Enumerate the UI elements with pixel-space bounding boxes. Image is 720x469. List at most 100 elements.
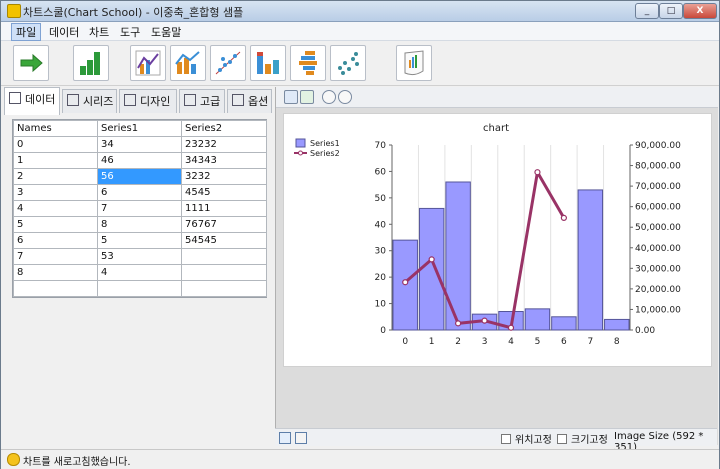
maximize-button[interactable]: □ bbox=[659, 3, 683, 19]
fix-position-checkbox[interactable] bbox=[501, 434, 511, 444]
scatter-chart-icon[interactable] bbox=[210, 45, 246, 81]
table-row: 4 7 1111 bbox=[13, 200, 267, 217]
data-grid[interactable]: Names Series1 Series2 0 34 23232 1 46 34343 … bbox=[12, 119, 267, 298]
column-header-series1[interactable]: Series1 bbox=[97, 120, 182, 137]
chart-status: 위치고정 크기고정 Image Size (592 * 351) bbox=[275, 428, 717, 453]
left-panel: 데이터 시리즈 디자인 고급 옵션 Names Series1 Series2 … bbox=[4, 87, 272, 445]
x-tick-label: 4 bbox=[508, 337, 514, 347]
grid-cell[interactable] bbox=[181, 248, 267, 265]
x-tick-label: 5 bbox=[535, 337, 541, 347]
bubble-chart-icon[interactable] bbox=[330, 45, 366, 81]
grid-cell[interactable] bbox=[181, 280, 267, 297]
back-icon[interactable] bbox=[322, 90, 336, 104]
legend: Series1Series2 bbox=[294, 138, 340, 158]
line-chart-icon[interactable] bbox=[130, 45, 166, 81]
grid-cell[interactable] bbox=[97, 280, 182, 297]
grid-cell[interactable]: 5 bbox=[13, 216, 98, 233]
series2-point bbox=[534, 169, 541, 176]
minimize-button[interactable]: _ bbox=[635, 3, 659, 19]
excel-icon[interactable] bbox=[300, 90, 314, 104]
y-left-tick-label: 40 bbox=[375, 220, 387, 230]
menu-chart[interactable]: 차트 bbox=[85, 24, 113, 40]
pyramid-chart-icon[interactable] bbox=[290, 45, 326, 81]
grid-cell[interactable]: 8 bbox=[97, 216, 182, 233]
grid-cell[interactable]: 7 bbox=[13, 248, 98, 265]
arrow-icon[interactable] bbox=[13, 45, 49, 81]
grid-cell[interactable]: 4 bbox=[13, 200, 98, 217]
fit-icon[interactable] bbox=[279, 432, 291, 444]
y-right-tick-label: 0.00 bbox=[635, 326, 655, 336]
grid-cell[interactable]: 4545 bbox=[181, 184, 267, 201]
grid-cell[interactable]: 2 bbox=[13, 168, 98, 185]
fix-size-checkbox[interactable] bbox=[557, 434, 567, 444]
menu-data[interactable]: 데이터 bbox=[45, 24, 83, 40]
close-button[interactable]: X bbox=[683, 3, 717, 19]
tab-data[interactable]: 데이터 bbox=[4, 87, 60, 115]
grid-cell[interactable]: 4 bbox=[97, 264, 182, 281]
grid-cell[interactable]: 5 bbox=[97, 232, 182, 249]
wrench-icon bbox=[232, 94, 244, 106]
tab-series-label: 시리즈 bbox=[83, 95, 114, 108]
series2-point bbox=[455, 320, 462, 327]
brush-icon bbox=[124, 94, 136, 106]
grid-cell[interactable]: 3 bbox=[13, 184, 98, 201]
tab-series[interactable]: 시리즈 bbox=[62, 89, 117, 113]
table-row: 0 34 23232 bbox=[13, 136, 267, 153]
menu-file[interactable]: 파일 bbox=[11, 23, 42, 41]
column-header-names[interactable]: Names bbox=[13, 120, 98, 137]
tab-advanced[interactable]: 고급 bbox=[179, 89, 225, 113]
bar-chart-icon[interactable] bbox=[73, 45, 109, 81]
grid-cell[interactable]: 7 bbox=[97, 200, 182, 217]
y-left-tick-label: 50 bbox=[375, 194, 387, 204]
grid-cell[interactable] bbox=[13, 280, 98, 297]
grid-cell[interactable]: 6 bbox=[13, 232, 98, 249]
tab-design-label: 디자인 bbox=[140, 95, 171, 108]
table-row: 6 5 54545 bbox=[13, 232, 267, 249]
grid-cell[interactable]: 1111 bbox=[181, 200, 267, 217]
grid-cell[interactable]: 34 bbox=[97, 136, 182, 153]
fix-position-option[interactable]: 위치고정 bbox=[501, 431, 552, 446]
tab-advanced-label: 고급 bbox=[200, 95, 221, 108]
y-right-tick-label: 10,000.00 bbox=[635, 305, 681, 315]
tab-options[interactable]: 옵션 bbox=[227, 89, 272, 113]
menu-bar: 파일 데이터 차트 도구 도움말 bbox=[1, 22, 719, 41]
y-right-tick-label: 90,000.00 bbox=[635, 141, 681, 151]
title-bar: 차트스쿨(Chart School) - 이중축_혼합형 샘플 _ □ X bbox=[1, 1, 719, 22]
forward-icon[interactable] bbox=[338, 90, 352, 104]
legend-label-series2: Series2 bbox=[310, 149, 340, 158]
column-header-series2[interactable]: Series2 bbox=[181, 120, 267, 137]
grid-cell[interactable]: 54545 bbox=[181, 232, 267, 249]
save-icon[interactable] bbox=[284, 90, 298, 104]
series-icon bbox=[67, 94, 79, 106]
grid-cell[interactable]: 76767 bbox=[181, 216, 267, 233]
grid-cell[interactable]: 53 bbox=[97, 248, 182, 265]
menu-tools[interactable]: 도구 bbox=[116, 24, 144, 40]
fix-size-option[interactable]: 크기고정 bbox=[557, 431, 608, 446]
grid-cell[interactable]: 6 bbox=[97, 184, 182, 201]
grid-cell[interactable]: 1 bbox=[13, 152, 98, 169]
grid-cell[interactable] bbox=[181, 264, 267, 281]
table-row: 84 bbox=[13, 264, 267, 281]
table-row: 1 46 34343 bbox=[13, 152, 267, 169]
legend-marker-series2 bbox=[298, 150, 303, 156]
window-icon[interactable] bbox=[295, 432, 307, 444]
bar bbox=[418, 207, 445, 331]
grid-cell-selected[interactable]: 56 bbox=[97, 168, 182, 185]
combo-chart-icon[interactable] bbox=[170, 45, 206, 81]
menu-help[interactable]: 도움말 bbox=[147, 24, 185, 40]
legend-swatch-series1 bbox=[295, 138, 306, 148]
grid-cell[interactable]: 8 bbox=[13, 264, 98, 281]
grid-cell[interactable]: 0 bbox=[13, 136, 98, 153]
table-row: 2 56 3232 bbox=[13, 168, 267, 185]
grid-cell[interactable]: 3232 bbox=[181, 168, 267, 185]
report-icon[interactable] bbox=[396, 45, 432, 81]
table-row: 5 8 76767 bbox=[13, 216, 267, 233]
stacked-bar-icon[interactable] bbox=[250, 45, 286, 81]
grid-cell[interactable]: 23232 bbox=[181, 136, 267, 153]
grid-cell[interactable]: 34343 bbox=[181, 152, 267, 169]
tab-design[interactable]: 디자인 bbox=[119, 89, 177, 113]
status-bar: 차트를 새로고침했습니다. bbox=[1, 449, 719, 469]
grid-cell[interactable]: 46 bbox=[97, 152, 182, 169]
smiley-icon bbox=[7, 453, 20, 466]
legend-label-series1: Series1 bbox=[310, 139, 340, 148]
